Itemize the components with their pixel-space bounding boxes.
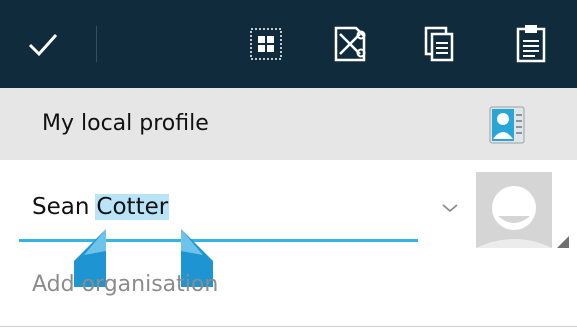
contact-photo[interactable]: [476, 172, 552, 248]
action-bar-divider: [96, 26, 97, 62]
contextual-action-bar: [0, 0, 577, 88]
organisation-field[interactable]: Add organisation: [32, 272, 218, 297]
expand-name-button[interactable]: [439, 200, 461, 216]
select-all-icon: [250, 28, 282, 60]
paste-button[interactable]: [507, 20, 555, 68]
copy-button[interactable]: [415, 20, 463, 68]
cut-icon: [334, 26, 366, 62]
photo-menu-indicator: [557, 236, 569, 248]
divider: [0, 326, 577, 327]
contact-card-icon: [489, 106, 525, 144]
paste-icon: [516, 25, 546, 63]
copy-icon: [424, 26, 454, 62]
checkmark-icon: [28, 33, 58, 57]
selected-text: Cotter: [95, 194, 170, 220]
profile-title: My local profile: [42, 111, 209, 136]
name-text: Sean: [32, 194, 90, 220]
select-all-button[interactable]: [242, 20, 290, 68]
name-field[interactable]: Sean Cotter: [32, 190, 170, 224]
cut-button[interactable]: [326, 20, 374, 68]
avatar-icon: [476, 172, 552, 248]
done-button[interactable]: [19, 20, 67, 68]
